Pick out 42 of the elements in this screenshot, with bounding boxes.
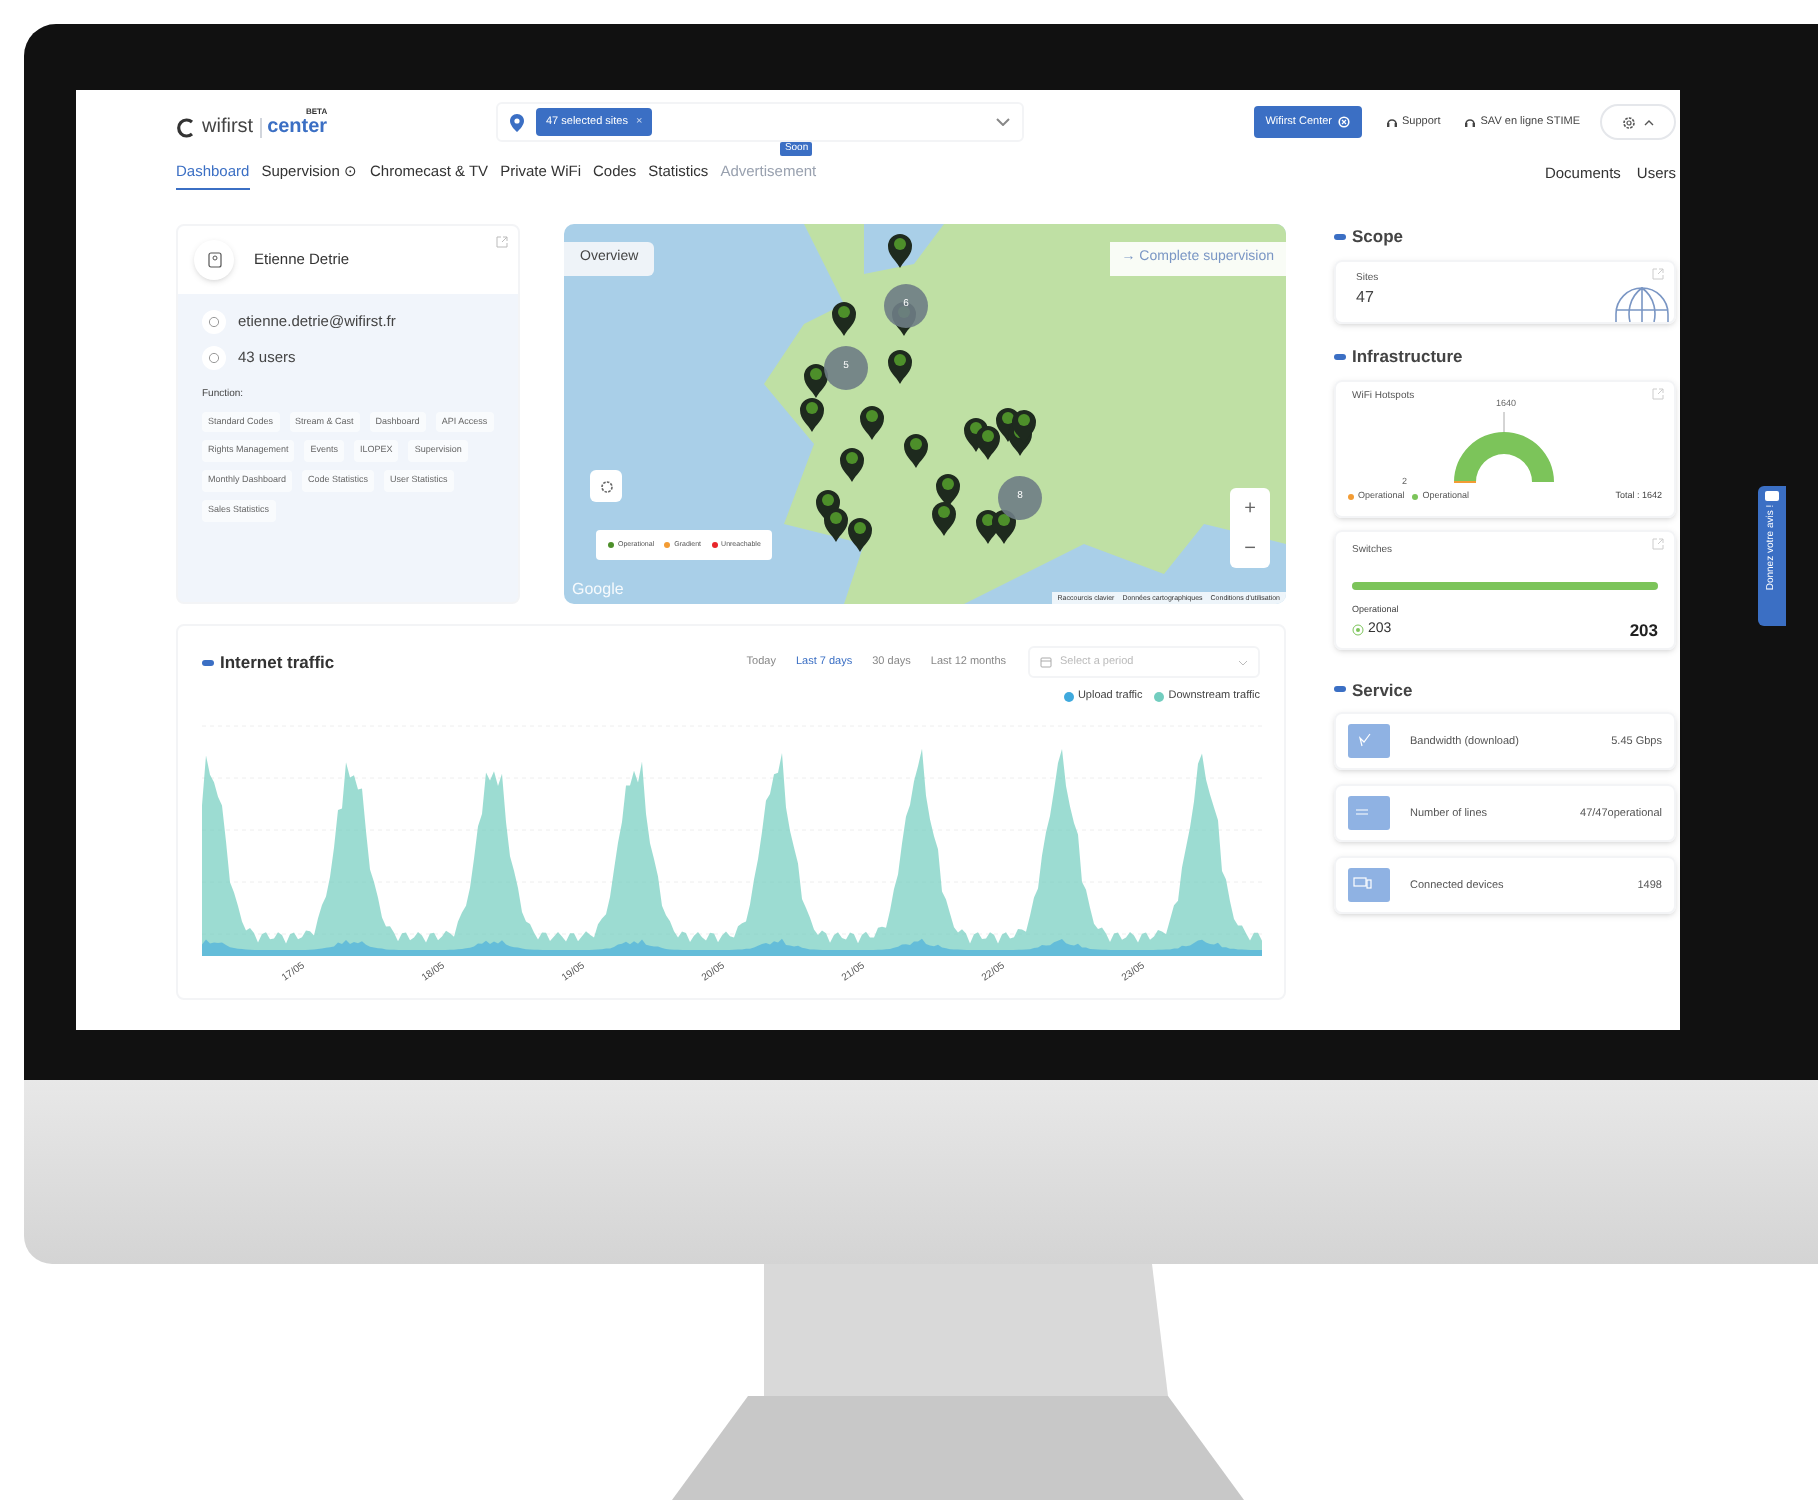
headset-icon (1464, 116, 1477, 128)
zoom-out-button[interactable]: − (1230, 528, 1270, 568)
gear-icon (599, 479, 613, 493)
sites-value: 47 (1356, 286, 1376, 311)
logo-product: center (267, 117, 328, 137)
chevron-up-icon (1644, 119, 1654, 125)
logo-brand: wifirst (202, 117, 254, 137)
title-marker-icon (202, 659, 214, 665)
traffic-title: Internet traffic (220, 649, 335, 675)
status-check-icon (1352, 624, 1364, 637)
title-marker-icon (1334, 686, 1346, 693)
lines-icon (1348, 796, 1390, 831)
circle-glyph-icon (208, 352, 220, 364)
section-title: Scope (1352, 224, 1404, 250)
gear-icon (1622, 115, 1636, 129)
zoom-in-button[interactable]: + (1230, 488, 1270, 528)
external-link-icon (1652, 267, 1664, 280)
headset-icon (1386, 116, 1398, 128)
chat-icon (1764, 490, 1780, 504)
globe-icon (1614, 285, 1670, 322)
settings-button[interactable] (1600, 104, 1676, 140)
pin-icon (510, 113, 524, 131)
close-circle-icon (1338, 116, 1350, 128)
chart-icon (1348, 724, 1390, 759)
title-marker-icon (1334, 233, 1346, 240)
external-link-icon (496, 236, 508, 248)
chevron-down-icon (1238, 659, 1248, 665)
external-link-icon (1652, 387, 1664, 399)
devices-icon (1348, 868, 1390, 903)
logo-icon (176, 117, 196, 137)
section-title: Infrastructure (1352, 343, 1463, 369)
circle-glyph-icon (208, 316, 220, 328)
half-donut-gauge (1452, 411, 1556, 483)
id-card-icon (207, 252, 221, 268)
external-link-icon (1652, 537, 1664, 549)
section-title: Service (1352, 677, 1413, 703)
calendar-icon (1040, 656, 1052, 668)
fullscreen-button[interactable] (590, 470, 622, 502)
google-logo: Google (572, 578, 624, 602)
title-marker-icon (1334, 353, 1346, 360)
switches-total: 203 (1629, 617, 1658, 643)
chevron-down-icon (996, 118, 1010, 126)
